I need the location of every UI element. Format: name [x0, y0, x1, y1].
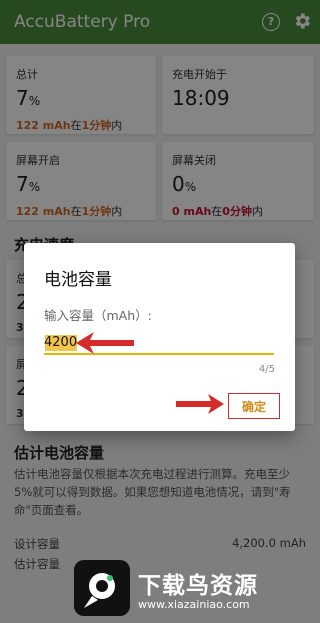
watermark-url: www.xiazainiao.com — [138, 598, 250, 611]
arrow-left-icon — [76, 332, 134, 354]
dialog-prompt: 输入容量（mAh）: — [44, 308, 152, 323]
char-counter: 4/5 — [258, 364, 275, 375]
watermark-name: 下载鸟资源 — [138, 573, 258, 599]
dialog-title: 电池容量 — [44, 270, 112, 290]
watermark: 下载鸟资源 www.xiazainiao.com — [74, 560, 320, 623]
arrow-right-icon — [176, 394, 224, 414]
ok-button[interactable]: 确定 — [228, 393, 280, 419]
bird-logo-icon — [74, 560, 130, 616]
battery-capacity-dialog: 电池容量 输入容量（mAh）: 4/5 确定 — [24, 243, 295, 431]
